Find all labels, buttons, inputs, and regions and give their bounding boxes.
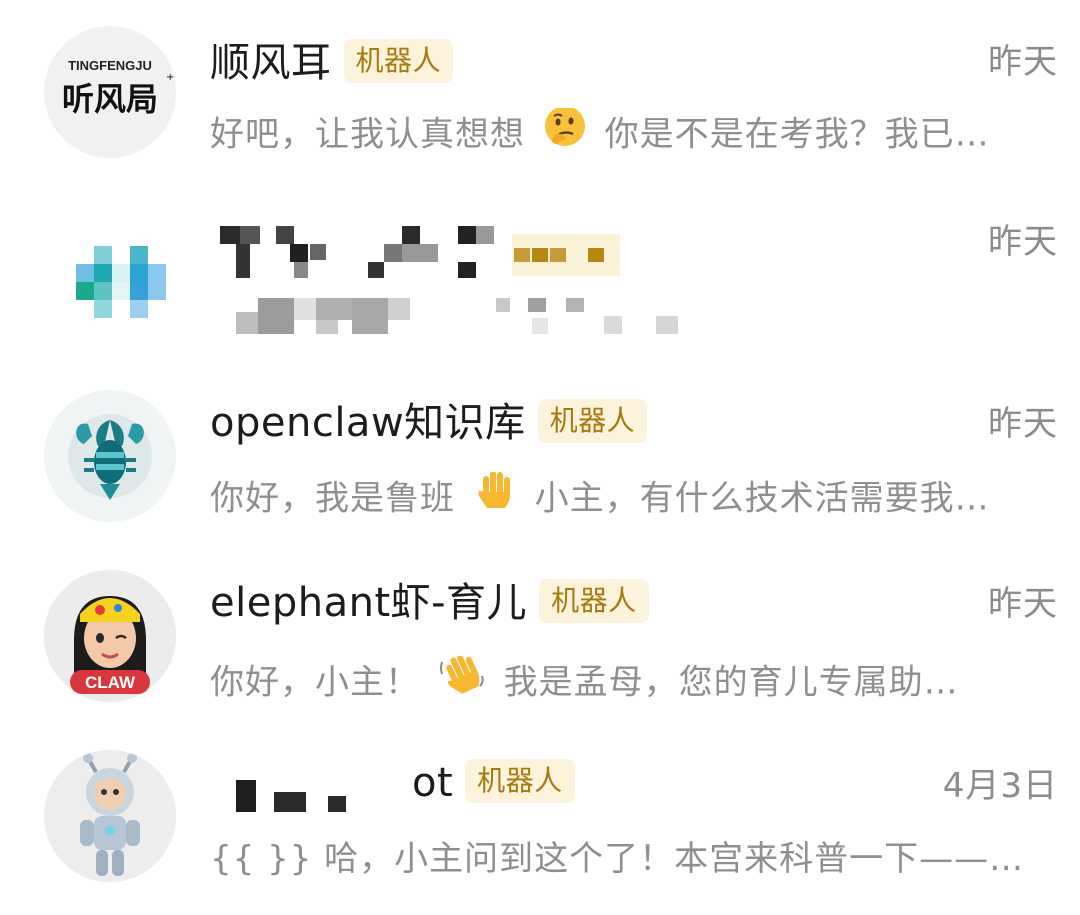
preview-text-after: 我是孟母，您的育儿专属助…: [503, 662, 959, 703]
chat-name-text: openclaw知识库: [210, 400, 526, 446]
logo-top-text: TINGFENGJU: [68, 58, 152, 73]
chat-row-elephant[interactable]: CLAW elephant虾-育儿 机器人 昨天 你好，小主！ 我是孟母，您的育…: [0, 542, 1080, 722]
chat-name: openclaw知识库 机器人: [210, 398, 648, 448]
chat-row-pixelated[interactable]: 昨天: [0, 180, 1080, 360]
chat-preview: {{ }} 哈，小主问到这个了！本宫来科普一下——…: [210, 836, 1060, 882]
chat-preview: 好吧，让我认真想想 你是不是在考我？我已…: [210, 108, 1060, 164]
chat-name: ot 机器人: [412, 758, 575, 808]
chat-time: 昨天: [988, 584, 1058, 624]
logo-main-text: 听风局: [62, 80, 158, 118]
preview-text-before: 好吧，让我认真想想: [210, 114, 525, 155]
bot-badge: 机器人: [465, 759, 575, 803]
chat-row-openclaw[interactable]: openclaw知识库 机器人 昨天 你好，我是鲁班 小主，有什么技术活需要我…: [0, 362, 1080, 542]
avatar-tingfengju-logo: TINGFENGJU 听风局 +: [44, 26, 176, 158]
avatar-robot: [44, 750, 176, 882]
chat-time: 昨天: [988, 404, 1058, 444]
preview-text-before: 你好，小主！: [210, 662, 420, 703]
avatar-girl-claw: CLAW: [44, 570, 176, 702]
pixelated-name-prefix: [236, 772, 416, 816]
bot-badge: 机器人: [539, 579, 649, 623]
pixelated-name: [218, 220, 638, 290]
preview-text: {{ }} 哈，小主问到这个了！本宫来科普一下——…: [210, 839, 1025, 879]
chat-row-shunfenger[interactable]: TINGFENGJU 听风局 + 顺风耳 机器人 昨天 好吧，让我认真想想 你是…: [0, 0, 1080, 180]
preview-text-after: 小主，有什么技术活需要我…: [534, 478, 990, 519]
thinking-face-icon: [543, 108, 587, 160]
chat-name: 顺风耳 机器人: [210, 38, 454, 88]
chat-time: 4月3日: [942, 766, 1058, 806]
chat-name-text: 顺风耳: [210, 40, 332, 86]
avatar-lobster: [44, 390, 176, 522]
chat-row-bot[interactable]: ot 机器人 4月3日 {{ }} 哈，小主问到这个了！本宫来科普一下——…: [0, 722, 1080, 902]
pixelated-preview: [236, 292, 686, 338]
chat-preview: 你好，小主！ 我是孟母，您的育儿专属助…: [210, 656, 1060, 712]
chat-name-suffix: ot: [412, 760, 454, 806]
chat-time: 昨天: [988, 222, 1058, 262]
bot-badge: 机器人: [537, 399, 648, 443]
chat-preview: 你好，我是鲁班 小主，有什么技术活需要我…: [210, 472, 1060, 528]
chat-list: TINGFENGJU 听风局 + 顺风耳 机器人 昨天 好吧，让我认真想想 你是…: [0, 0, 1080, 915]
waving-hand-icon: [438, 656, 486, 708]
preview-text-before: 你好，我是鲁班: [210, 478, 455, 519]
preview-text-after: 你是不是在考我？我已…: [604, 114, 990, 155]
avatar-claw-label: CLAW: [85, 673, 136, 692]
chat-name: elephant虾-育儿 机器人: [210, 578, 649, 628]
chat-name-text: elephant虾-育儿: [210, 580, 528, 626]
avatar-pixelated: [44, 206, 176, 338]
chat-time: 昨天: [988, 42, 1058, 82]
bot-badge: 机器人: [343, 39, 454, 83]
raised-hand-icon: [473, 472, 517, 524]
svg-text:+: +: [166, 72, 174, 83]
